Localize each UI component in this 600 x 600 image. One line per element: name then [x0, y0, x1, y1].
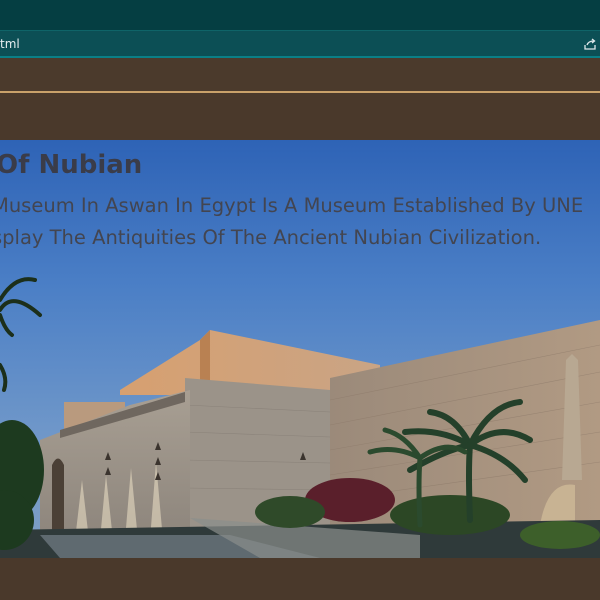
site-nav-bar	[0, 58, 600, 92]
hero-description: Museum In Aswan In Egypt Is A Museum Est…	[0, 190, 583, 254]
address-bar[interactable]: tml	[0, 30, 600, 58]
footer-band	[0, 558, 600, 600]
url-text[interactable]: tml	[0, 37, 20, 51]
browser-top-bar	[0, 0, 600, 30]
hero-description-line-2: splay The Antiquities Of The Ancient Nub…	[0, 226, 542, 249]
share-icon[interactable]	[582, 36, 598, 52]
hero-section: Of Nubian Museum In Aswan In Egypt Is A …	[0, 140, 600, 558]
hero-title: Of Nubian	[0, 150, 143, 180]
header-band	[0, 93, 600, 140]
hero-description-line-1: Museum In Aswan In Egypt Is A Museum Est…	[0, 194, 584, 217]
